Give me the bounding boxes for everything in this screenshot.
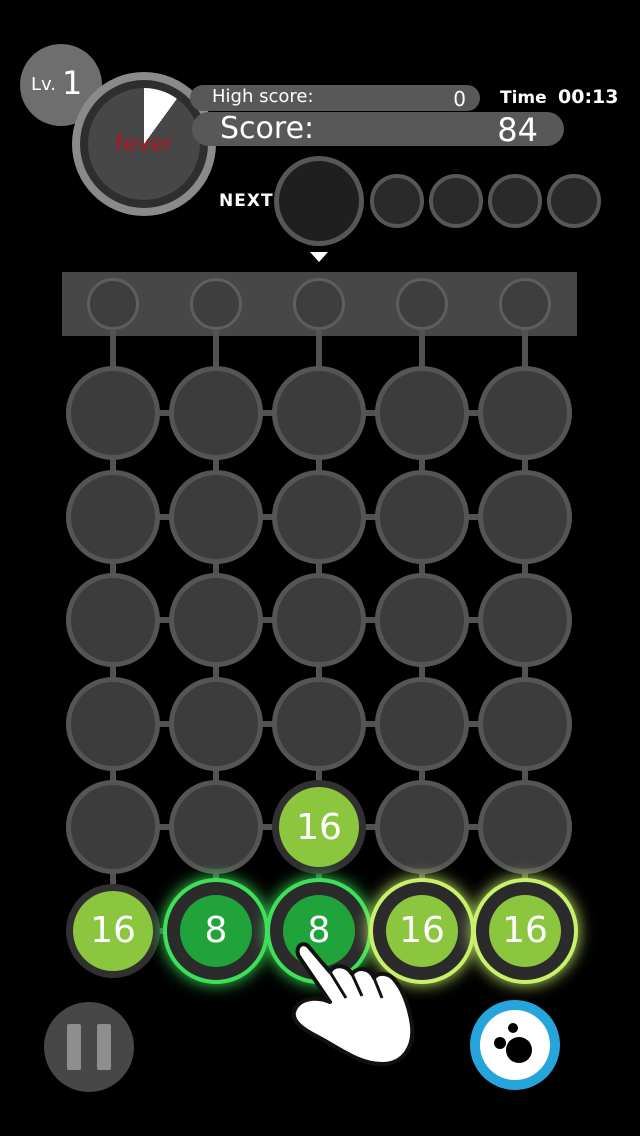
board-cell[interactable] <box>272 676 366 771</box>
board-cell[interactable] <box>66 469 160 564</box>
drop-slot[interactable] <box>190 278 242 330</box>
bomb-icon <box>494 1023 532 1063</box>
tile-value: 16 <box>489 894 561 967</box>
high-score-value: 0 <box>453 87 466 111</box>
board-cell[interactable] <box>478 469 572 564</box>
next-ball-primary <box>274 156 364 246</box>
board-cell[interactable] <box>272 573 366 667</box>
board-cell[interactable] <box>478 780 572 874</box>
board-cell[interactable] <box>478 676 572 771</box>
fever-label: fever <box>115 132 173 157</box>
number-tile[interactable]: 8 <box>167 881 265 980</box>
board-cell[interactable] <box>478 573 572 667</box>
number-tile[interactable]: 16 <box>66 883 160 978</box>
board-cell[interactable] <box>169 780 263 874</box>
time-value: 00:13 <box>558 86 619 108</box>
score-value: 84 <box>497 111 538 149</box>
board-cell[interactable] <box>66 676 160 771</box>
drop-slot[interactable] <box>499 278 551 330</box>
drop-slot[interactable] <box>293 278 345 330</box>
time-label: Time <box>500 88 547 108</box>
board-cell[interactable] <box>375 676 469 771</box>
board-cell[interactable] <box>66 573 160 667</box>
board-cell[interactable] <box>375 366 469 460</box>
next-ball-queue <box>547 174 601 228</box>
number-tile[interactable]: 16 <box>476 881 574 980</box>
drop-slot[interactable] <box>396 278 448 330</box>
board-cell[interactable] <box>375 469 469 564</box>
board-cell[interactable] <box>66 366 160 460</box>
level-value: 1 <box>62 64 83 102</box>
pause-icon <box>67 1024 81 1070</box>
board-cell[interactable] <box>375 573 469 667</box>
drop-position-arrow-icon <box>310 252 328 262</box>
board-cell[interactable] <box>272 366 366 460</box>
board-cell[interactable] <box>169 366 263 460</box>
board-cell[interactable] <box>478 366 572 460</box>
board-cell[interactable] <box>66 780 160 874</box>
level-prefix: Lv. <box>31 74 57 95</box>
tile-value: 16 <box>279 787 359 867</box>
pause-icon <box>97 1024 111 1070</box>
next-label: NEXT <box>219 191 274 211</box>
pointing-hand-icon <box>291 942 415 1066</box>
high-score-label: High score: <box>212 86 314 107</box>
number-tile[interactable]: 16 <box>272 780 366 874</box>
pause-button[interactable] <box>44 1002 134 1092</box>
board-cell[interactable] <box>272 469 366 564</box>
drop-slot[interactable] <box>87 278 139 330</box>
score-label: Score: <box>220 111 315 146</box>
next-ball-queue <box>429 174 483 228</box>
board-cell[interactable] <box>169 573 263 667</box>
board-cell[interactable] <box>169 469 263 564</box>
next-ball-queue <box>488 174 542 228</box>
next-ball-queue <box>370 174 424 228</box>
tile-value: 16 <box>73 890 153 971</box>
board-cell[interactable] <box>169 676 263 771</box>
board-cell[interactable] <box>375 780 469 874</box>
tile-value: 8 <box>180 894 252 967</box>
